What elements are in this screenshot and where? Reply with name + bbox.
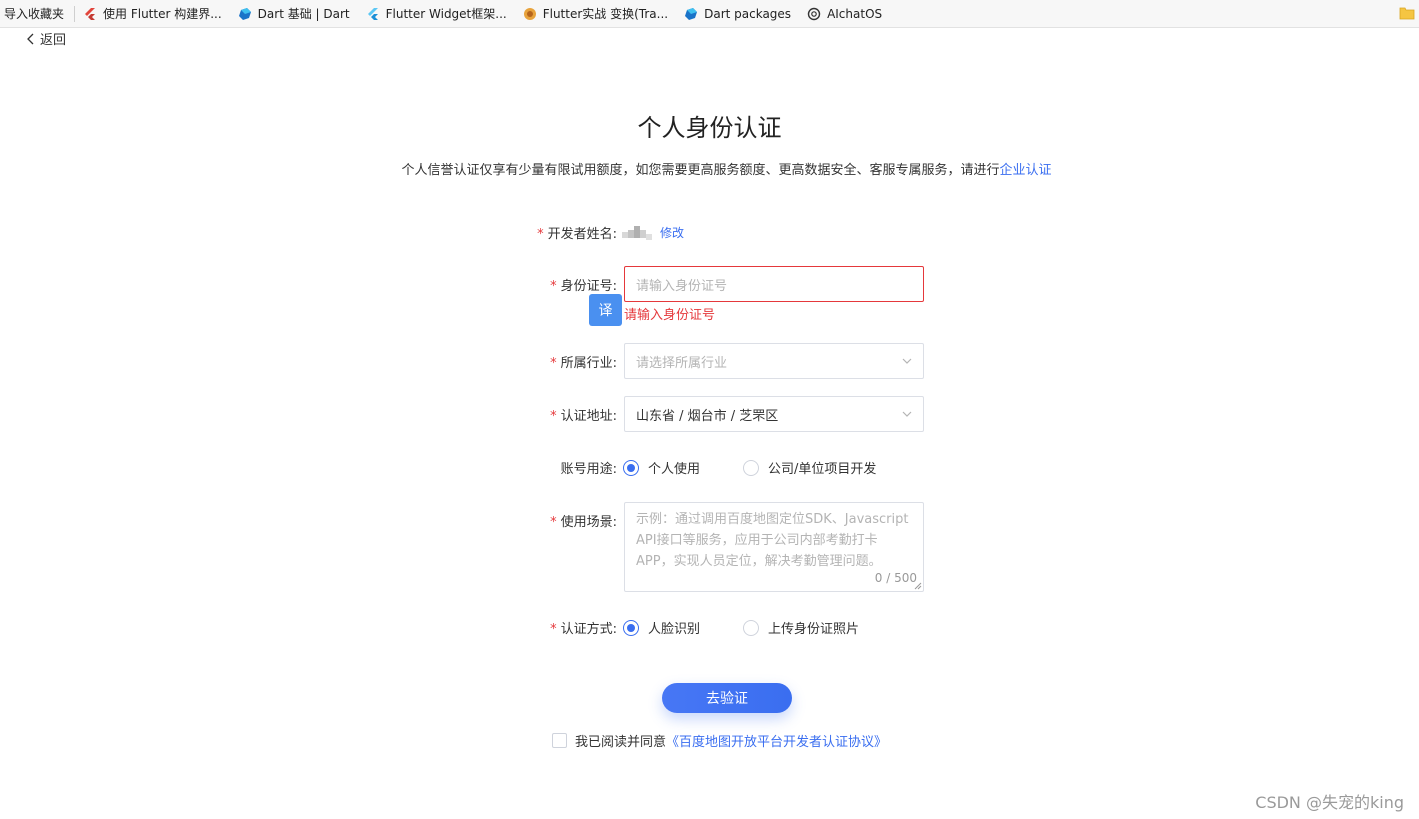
edit-name-link[interactable]: 修改 — [660, 224, 684, 241]
bookmark-dart-packages[interactable]: Dart packages — [676, 0, 799, 28]
scenario-placeholder: 示例：通过调用百度地图定位SDK、Javascript API接口等服务，应用于… — [636, 512, 909, 569]
bookmark-label: 导入收藏夹 — [4, 7, 65, 21]
bookmarks-bar: 导入收藏夹 使用 Flutter 构建界... Dart 基础 | Dart F… — [0, 0, 1419, 28]
char-counter: 0 / 500 — [874, 571, 917, 585]
address-cascader[interactable]: 山东省 / 烟台市 / 芝罘区 — [624, 396, 924, 432]
address-value: 山东省 / 烟台市 / 芝罘区 — [636, 408, 779, 424]
industry-select[interactable]: 请选择所属行业 — [624, 343, 924, 379]
agreement: 我已阅读并同意 《百度地图开放平台开发者认证协议》 — [552, 731, 887, 750]
radio-personal-use[interactable]: 个人使用 — [623, 458, 700, 477]
agreement-link[interactable]: 《百度地图开放平台开发者认证协议》 — [666, 731, 887, 750]
agreement-text: 我已阅读并同意 — [575, 735, 667, 750]
chevron-down-icon — [902, 358, 912, 364]
page-title: 个人身份认证 — [637, 114, 782, 142]
bookmark-label: Dart 基础 | Dart — [257, 7, 350, 21]
row-usage: 账号用途: 个人使用 公司/单位项目开发 — [0, 457, 1419, 477]
radio-label: 人脸识别 — [648, 622, 701, 637]
bookmark-flutter-widget[interactable]: Flutter Widget框架... — [358, 0, 515, 28]
translate-button[interactable]: 译 — [589, 294, 622, 326]
chevron-left-icon — [27, 33, 34, 44]
bookmark-label: Dart packages — [704, 6, 792, 21]
id-number-label: * 身份证号: — [550, 279, 617, 294]
bookmark-label: Flutter实战 变换(Tra... — [542, 7, 669, 21]
radio-upload-id-photo[interactable]: 上传身份证照片 — [743, 618, 859, 637]
radio-company-use[interactable]: 公司/单位项目开发 — [743, 458, 876, 477]
radio-label: 公司/单位项目开发 — [768, 462, 877, 477]
radio-label: 上传身份证照片 — [768, 622, 860, 637]
chevron-down-icon — [902, 411, 912, 417]
method-label: * 认证方式: — [550, 622, 617, 637]
subtitle-text: 个人信誉认证仅享有少量有限试用额度，如您需要更高服务额度、更高数据安全、客服专属… — [401, 163, 1000, 178]
flutter-red-icon — [85, 7, 96, 20]
radio-label: 个人使用 — [648, 462, 701, 477]
id-number-placeholder: 请输入身份证号 — [636, 278, 728, 294]
bookmark-label: AIchatOS — [827, 6, 883, 21]
name-mosaic — [622, 226, 652, 240]
back-link[interactable]: 返回 — [26, 29, 66, 48]
enterprise-auth-link[interactable]: 企业认证 — [1000, 163, 1052, 178]
radio-circle — [743, 459, 759, 476]
resize-handle-icon[interactable] — [914, 582, 922, 590]
bookmark-label: 使用 Flutter 构建界... — [103, 7, 222, 21]
row-method: * 认证方式: 人脸识别 上传身份证照片 — [0, 617, 1419, 637]
page-subtitle: 个人信誉认证仅享有少量有限试用额度，如您需要更高服务额度、更高数据安全、客服专属… — [0, 159, 1419, 178]
radio-face-recognition[interactable]: 人脸识别 — [623, 618, 700, 637]
bookmark-import[interactable]: 导入收藏夹 — [0, 5, 76, 22]
row-industry: * 所属行业: 请选择所属行业 — [0, 343, 1419, 379]
back-label: 返回 — [40, 33, 67, 48]
watermark: CSDN @失宠的king — [1255, 793, 1404, 812]
industry-placeholder: 请选择所属行业 — [636, 355, 728, 371]
radio-circle — [623, 619, 639, 636]
row-scenario: * 使用场景: 示例：通过调用百度地图定位SDK、Javascript API接口… — [0, 502, 1419, 592]
bookmark-dart-basics[interactable]: Dart 基础 | Dart — [230, 0, 358, 28]
radio-circle — [623, 459, 639, 476]
bookmark-aichatos[interactable]: AIchatOS — [799, 0, 890, 28]
verify-button[interactable]: 去验证 — [662, 683, 792, 713]
flutter-book-icon — [523, 7, 536, 20]
id-number-error: 请输入身份证号 — [624, 308, 716, 323]
row-address: * 认证地址: 山东省 / 烟台市 / 芝罘区 — [0, 396, 1419, 432]
id-number-input[interactable]: 请输入身份证号 — [624, 266, 924, 302]
agreement-checkbox[interactable] — [552, 733, 567, 748]
radio-circle — [743, 619, 759, 636]
openai-icon — [807, 7, 821, 20]
folder-icon[interactable] — [1399, 6, 1415, 20]
usage-label: 账号用途: — [560, 462, 617, 477]
bookmark-flutter-ui[interactable]: 使用 Flutter 构建界... — [75, 0, 230, 28]
address-label: * 认证地址: — [550, 409, 617, 424]
bookmark-label: Flutter Widget框架... — [385, 7, 507, 21]
dart-icon — [238, 7, 251, 20]
row-developer-name: * 开发者姓名: 修改 — [0, 222, 1419, 242]
bookmark-flutter-practice[interactable]: Flutter实战 变换(Tra... — [515, 0, 676, 28]
dart-icon — [685, 7, 698, 20]
scenario-textarea[interactable]: 示例：通过调用百度地图定位SDK、Javascript API接口等服务，应用于… — [624, 502, 924, 592]
industry-label: * 所属行业: — [550, 356, 617, 371]
developer-name-label: * 开发者姓名: — [537, 227, 617, 242]
row-id-number: * 身份证号: 请输入身份证号 译 请输入身份证号 — [0, 266, 1419, 326]
scenario-label: * 使用场景: — [550, 515, 617, 530]
flutter-icon — [367, 7, 378, 20]
